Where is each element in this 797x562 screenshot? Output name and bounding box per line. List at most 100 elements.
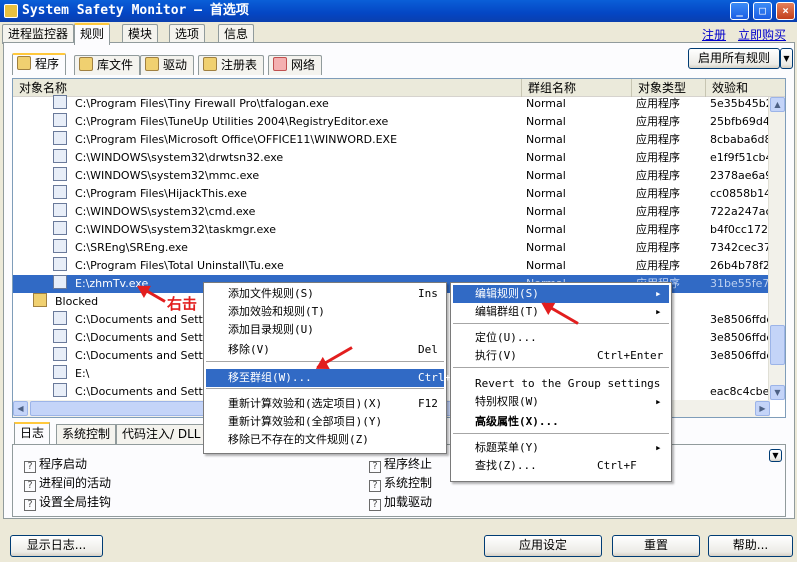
program-icon xyxy=(17,56,31,70)
subtab-drivers[interactable]: 驱动 xyxy=(140,55,195,75)
apply-settings-button[interactable]: 应用设定 xyxy=(484,535,602,557)
menu-item[interactable]: 标题菜单(Y) ▸ xyxy=(453,439,669,457)
menu-item[interactable]: 重新计算效验和(全部项目)(Y) xyxy=(206,413,444,431)
menu-item-label: 编辑群组(T) xyxy=(475,305,539,318)
menu-item[interactable]: 添加效验和规则(T) xyxy=(206,303,444,321)
cell-type: 应用程序 xyxy=(636,187,680,200)
cell-checksum: 722a247acb xyxy=(710,205,770,218)
cell-type: 应用程序 xyxy=(636,241,680,254)
file-icon xyxy=(53,257,67,271)
scroll-left-arrow[interactable]: ◀ xyxy=(13,401,28,416)
cell-checksum: 8cbaba6d8c xyxy=(710,133,770,146)
menu-item[interactable]: 添加文件规则(S) Ins xyxy=(206,285,444,303)
reset-button[interactable]: 重置 xyxy=(612,535,700,557)
cell-checksum: b4f0cc1727 xyxy=(710,223,770,236)
cell-type: 应用程序 xyxy=(636,259,680,272)
question-icon: ? xyxy=(369,480,381,492)
log-tab-log[interactable]: 日志 xyxy=(14,422,51,444)
scroll-thumb[interactable] xyxy=(770,325,785,365)
tab-info[interactable]: 信息 xyxy=(218,24,255,44)
log-tab-system-control[interactable]: 系统控制 xyxy=(56,424,117,444)
question-icon: ? xyxy=(369,461,381,473)
menu-item[interactable]: 执行(V) Ctrl+Enter xyxy=(453,347,669,365)
table-row[interactable]: C:\WINDOWS\system32\mmc.exe Normal 应用程序 237… xyxy=(13,167,770,185)
log-option[interactable]: ? 进程间的活动 xyxy=(24,475,111,492)
cell-object-name: C:\SREng\SREng.exe xyxy=(75,241,188,254)
menu-separator xyxy=(453,433,669,434)
menu-item-label: 编辑规则(S) xyxy=(475,287,539,300)
vertical-scrollbar[interactable]: ▲ ▼ xyxy=(768,97,785,400)
scroll-down-arrow[interactable]: ▼ xyxy=(770,385,785,400)
table-row[interactable]: C:\Program Files\TuneUp Utilities 2004\R… xyxy=(13,113,770,131)
show-log-button[interactable]: 显示日志... xyxy=(10,535,103,557)
scroll-right-arrow[interactable]: ▶ xyxy=(755,401,770,416)
scroll-up-arrow[interactable]: ▲ xyxy=(770,97,785,112)
cell-type: 应用程序 xyxy=(636,97,680,110)
submenu-arrow-icon: ▸ xyxy=(655,395,662,408)
buy-now-link[interactable]: 立即购买 xyxy=(738,26,786,43)
menu-item[interactable]: 特别权限(W) ▸ xyxy=(453,393,669,411)
maximize-button[interactable]: □ xyxy=(753,2,772,20)
menu-item[interactable]: 重新计算效验和(选定项目)(X) F12 xyxy=(206,395,444,413)
tab-rules[interactable]: 规则 xyxy=(74,23,111,45)
log-option[interactable]: ? 系统控制 xyxy=(369,475,432,492)
cell-object-name: C:\WINDOWS\system32\taskmgr.exe xyxy=(75,223,276,236)
log-option[interactable]: ? 程序启动 xyxy=(24,456,87,473)
submenu-arrow-icon: ▸ xyxy=(655,441,662,454)
log-tab-code-injection[interactable]: 代码注入/ DLL xyxy=(116,424,207,444)
table-row[interactable]: C:\WINDOWS\system32\drwtsn32.exe Normal 应用… xyxy=(13,149,770,167)
subtab-registry[interactable]: 注册表 xyxy=(198,55,265,75)
log-option[interactable]: ? 程序终止 xyxy=(369,456,432,473)
cell-checksum: cc0858b14f xyxy=(710,187,770,200)
menu-item-label: 高级属性(X)... xyxy=(475,415,559,428)
subtab-label: 驱动 xyxy=(163,58,188,72)
menu-item[interactable]: 编辑规则(S) ▸ xyxy=(453,285,669,303)
table-row[interactable]: C:\Program Files\Total Uninstall\Tu.exe N… xyxy=(13,257,770,275)
log-dropdown-button[interactable]: ▼ xyxy=(769,449,782,462)
menu-item[interactable]: 查找(Z)... Ctrl+F xyxy=(453,457,669,475)
log-option[interactable]: ? 加载驱动 xyxy=(369,494,432,511)
cell-group: Normal xyxy=(526,205,566,218)
cell-group: Normal xyxy=(526,151,566,164)
register-link[interactable]: 注册 xyxy=(702,26,726,43)
cell-checksum: 25bfb69d48 xyxy=(710,115,770,128)
file-icon xyxy=(53,131,67,145)
file-icon xyxy=(53,239,67,253)
log-option[interactable]: ? 设置全局挂钩 xyxy=(24,494,111,511)
close-button[interactable]: × xyxy=(776,2,795,20)
subtab-label: 库文件 xyxy=(97,58,134,72)
cell-type: 应用程序 xyxy=(636,115,680,128)
question-icon: ? xyxy=(24,480,36,492)
table-row[interactable]: C:\WINDOWS\system32\taskmgr.exe Normal 应用程… xyxy=(13,221,770,239)
table-row[interactable]: C:\SREng\SREng.exe Normal 应用程序 7342cec375 xyxy=(13,239,770,257)
log-option-label: 设置全局挂钩 xyxy=(39,495,112,509)
cell-group: Normal xyxy=(526,169,566,182)
table-row[interactable]: C:\Program Files\Microsoft Office\OFFICE… xyxy=(13,131,770,149)
subtab-programs[interactable]: 程序 xyxy=(12,53,67,75)
table-row[interactable]: C:\WINDOWS\system32\cmd.exe Normal 应用程序 722… xyxy=(13,203,770,221)
tab-process-monitor[interactable]: 进程监控器 xyxy=(2,24,75,44)
menu-separator xyxy=(453,323,669,324)
cell-group: Normal xyxy=(526,241,566,254)
file-icon xyxy=(53,185,67,199)
table-row[interactable]: C:\Program Files\Tiny Firewall Pro\tfalo… xyxy=(13,95,770,113)
menu-item[interactable]: 移除(V) Del xyxy=(206,341,444,359)
menu-item[interactable]: Revert to the Group settings xyxy=(453,375,669,393)
menu-item[interactable]: 添加目录规则(U) xyxy=(206,321,444,339)
menu-item[interactable]: 移除已不存在的文件规则(Z) xyxy=(206,431,444,449)
table-row[interactable]: C:\Program Files\HijackThis.exe Normal 应用程… xyxy=(13,185,770,203)
enable-all-rules-button[interactable]: 启用所有规则 xyxy=(688,48,780,69)
cell-checksum: 3e8506ffdde xyxy=(710,313,770,326)
help-button[interactable]: 帮助... xyxy=(708,535,793,557)
subtab-label: 注册表 xyxy=(221,58,258,72)
menu-item[interactable]: 定位(U)... xyxy=(453,329,669,347)
menu-item-label: Revert to the Group settings xyxy=(475,377,661,390)
menu-item[interactable]: 高级属性(X)... xyxy=(453,413,669,431)
subtab-libraries[interactable]: 库文件 xyxy=(74,55,141,75)
minimize-button[interactable]: _ xyxy=(730,2,749,20)
tab-options[interactable]: 选项 xyxy=(169,24,206,44)
tab-modules[interactable]: 模块 xyxy=(122,24,159,44)
subtab-network[interactable]: 网络 xyxy=(268,55,323,75)
cell-group: Normal xyxy=(526,259,566,272)
enable-all-dropdown-button[interactable]: ▼ xyxy=(780,48,793,69)
